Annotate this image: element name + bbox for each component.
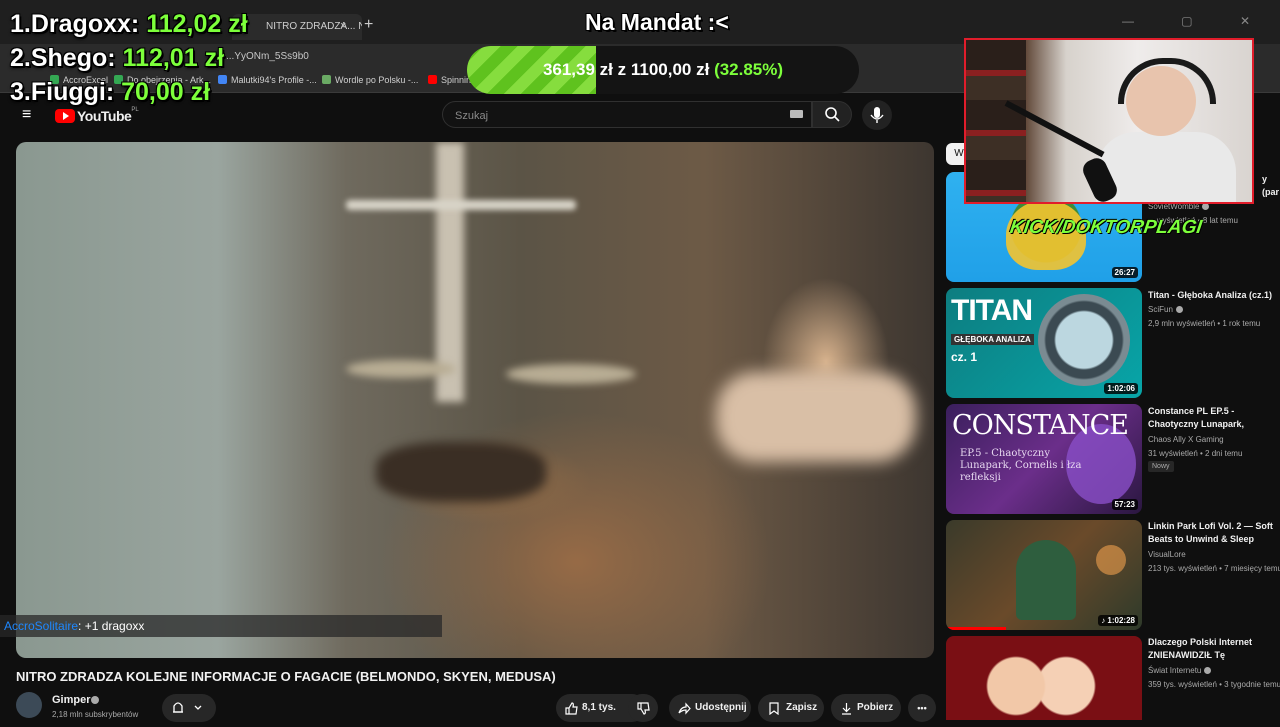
streamer-shirt	[1096, 132, 1236, 202]
scale-pan-left	[346, 360, 456, 378]
verified-icon	[1175, 306, 1183, 313]
bell-icon	[173, 702, 202, 713]
thumbnail-art	[1038, 294, 1130, 386]
bookmark-favicon-icon	[428, 75, 437, 84]
youtube-play-icon	[55, 108, 75, 123]
video-thumbnail[interactable]: TITAN GŁĘBOKA ANALIZA cz. 1 1:02:06	[946, 288, 1142, 398]
thumbnail-title-text: CONSTANCE	[952, 410, 1129, 441]
keyboard-icon[interactable]	[790, 110, 803, 118]
bookmark-icon	[769, 702, 779, 715]
thumbnail-episode-text: cz. 1	[951, 350, 978, 364]
bookshelf	[966, 40, 1026, 202]
bookmark-favicon-icon	[322, 75, 331, 84]
notification-bell-button[interactable]	[162, 694, 216, 722]
leaderboard-entry: 3.Fiuggi: 70,00 zł	[10, 78, 211, 106]
thumbnail-art	[1016, 540, 1076, 620]
headset	[1118, 58, 1216, 104]
scale-beam	[346, 200, 576, 210]
tab-title: NITRO ZDRADZA... NAJGORSZEGO C	[266, 21, 362, 32]
chat-message: AccroSolitaire: +1 dragoxx	[4, 619, 144, 633]
channel-name-sidebar[interactable]: Świat Internetu	[1148, 666, 1212, 675]
scale-base	[376, 442, 546, 502]
video-title-sidebar[interactable]: Dlaczego Polski Internet ZNIENAWIDZIŁ Tę…	[1148, 636, 1280, 662]
thumbnail-title-text: TITAN	[951, 294, 1033, 327]
chat-text: : +1 dragoxx	[78, 619, 145, 633]
video-duration: 1:02:06	[1104, 383, 1138, 394]
kick-overlay-text: KICK/DOKTORPLAGI	[1008, 217, 1204, 238]
video-thumbnail[interactable]: CONSTANCE EP.5 - Chaotyczny Lunapark, Co…	[946, 404, 1142, 514]
donation-goal-title: Na Mandat :<	[585, 9, 729, 35]
bookmark-item[interactable]: Wordle po Polsku -...	[322, 75, 418, 85]
video-title: NITRO ZDRADZA KOLEJNE INFORMACJE O FAGAC…	[16, 669, 556, 684]
verified-icon	[1204, 667, 1212, 674]
save-button[interactable]: Zapisz	[758, 694, 824, 722]
share-button[interactable]: Udostępnij	[669, 694, 751, 722]
blurred-hand	[716, 372, 916, 462]
video-meta: 213 tys. wyświetleń • 7 miesięcy temu	[1148, 564, 1280, 573]
channel-name-sidebar[interactable]: SciFun	[1148, 305, 1183, 314]
channel-name[interactable]: Gimper	[52, 694, 91, 706]
bookmark-item[interactable]: Spinnin	[428, 75, 471, 85]
download-icon	[842, 703, 851, 715]
more-actions-button[interactable]: •••	[908, 694, 936, 722]
video-player[interactable]	[16, 142, 934, 658]
new-badge: Nowy	[1148, 461, 1174, 472]
video-title-sidebar[interactable]: Titan - Głęboka Analiza (cz.1)	[1148, 289, 1280, 302]
thumbs-up-icon	[565, 702, 578, 715]
share-icon	[678, 702, 691, 715]
thumbnail-subtitle-text: GŁĘBOKA ANALIZA	[951, 334, 1034, 345]
video-thumbnail[interactable]	[946, 636, 1142, 720]
donation-goal-bar: 361,39 zł z 1100,00 zł (32.85%)	[467, 46, 859, 94]
video-duration: ♪ 1:02:28	[1098, 615, 1138, 626]
donation-goal-text: 361,39 zł z 1100,00 zł (32.85%)	[542, 60, 784, 79]
close-tab-icon[interactable]: ×	[340, 20, 346, 32]
channel-avatar[interactable]	[16, 692, 42, 718]
download-button[interactable]: Pobierz	[831, 694, 901, 722]
new-tab-button[interactable]: +	[364, 16, 373, 34]
verified-icon	[91, 696, 99, 704]
watch-progress-bar	[946, 627, 1006, 630]
youtube-logo[interactable]: YouTubePL	[55, 107, 139, 125]
chat-username: AccroSolitaire	[4, 619, 79, 633]
video-title-sidebar[interactable]: Linkin Park Lofi Vol. 2 — Soft Beats to …	[1148, 520, 1280, 546]
search-button[interactable]	[812, 101, 852, 128]
search-icon	[825, 107, 840, 122]
webcam-overlay	[964, 38, 1254, 204]
channel-name-sidebar[interactable]: Chaos Ally X Gaming	[1148, 435, 1224, 444]
menu-icon[interactable]: ≡	[22, 106, 31, 124]
thumbnail-art	[1096, 545, 1126, 575]
voice-search-button[interactable]	[862, 100, 892, 130]
video-meta: 31 wyświetleń • 2 dni temu	[1148, 449, 1243, 458]
video-title-sidebar[interactable]: y (par	[1262, 173, 1280, 199]
bookmark-favicon-icon	[218, 75, 227, 84]
video-title-sidebar[interactable]: Constance PL EP.5 - Chaotyczny Lunapark,…	[1148, 405, 1280, 431]
like-count: 8,1 tys.	[582, 702, 616, 713]
url-text[interactable]: ...YyONm_5Ss9b0	[226, 51, 309, 62]
subscriber-count: 2,18 mln subskrybentów	[52, 710, 139, 719]
microphone-icon	[870, 107, 884, 123]
dislike-button[interactable]	[628, 694, 658, 722]
verified-icon	[1202, 203, 1210, 210]
leaderboard-entry: 1.Dragoxx: 112,02 zł	[10, 10, 248, 38]
thumbnail-subtitle-text: EP.5 - Chaotyczny Lunapark, Cornelis i ł…	[960, 448, 1082, 483]
search-box[interactable]	[442, 101, 812, 128]
window-controls[interactable]: — ▢ ✕	[1122, 14, 1272, 28]
channel-name-sidebar[interactable]: VisualLore	[1148, 550, 1186, 559]
video-duration: 57:23	[1111, 499, 1138, 510]
scale-pan-right	[506, 364, 636, 384]
search-input[interactable]	[453, 106, 777, 126]
video-meta: 359 tys. wyświetleń • 3 tygodnie temu	[1148, 680, 1280, 689]
leaderboard-entry: 2.Shego: 112,01 zł	[10, 44, 225, 72]
bookmark-item[interactable]: Malutki94's Profile -...	[218, 75, 317, 85]
video-duration: 26:27	[1111, 267, 1138, 278]
thumbs-down-icon	[637, 702, 650, 715]
video-meta: 2,9 mln wyświetleń • 1 rok temu	[1148, 319, 1261, 328]
video-thumbnail[interactable]: ♪ 1:02:28	[946, 520, 1142, 630]
